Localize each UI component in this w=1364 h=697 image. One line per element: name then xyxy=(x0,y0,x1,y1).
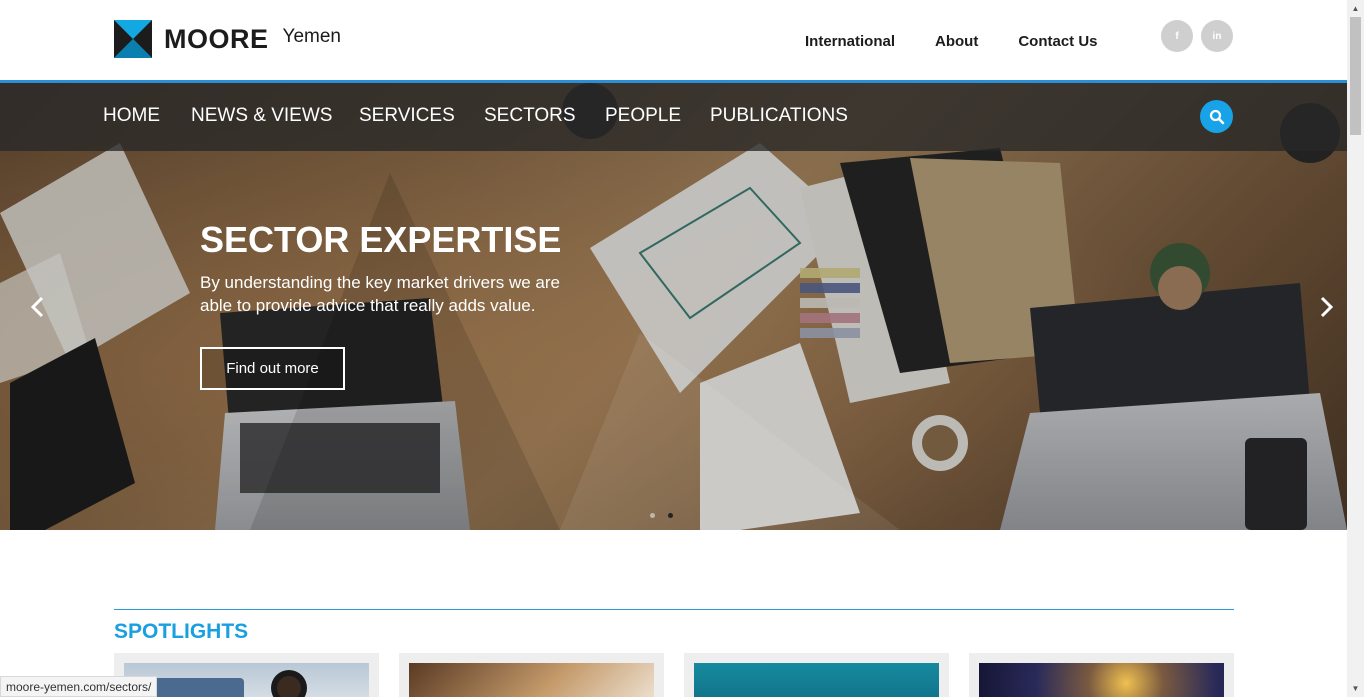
carousel-next-arrow-icon[interactable] xyxy=(1316,295,1336,319)
site-header: MOORE Yemen International About Contact … xyxy=(0,0,1347,80)
top-links: International About Contact Us xyxy=(805,33,1138,50)
spotlight-card-4[interactable] xyxy=(969,653,1234,697)
nav-services[interactable]: SERVICES xyxy=(359,105,455,127)
scrollbar-thumb[interactable] xyxy=(1350,17,1361,135)
moore-logo-mark-icon xyxy=(114,20,152,58)
spotlights-title: SPOTLIGHTS xyxy=(114,620,249,643)
logo-wordmark: MOORE xyxy=(164,23,269,54)
scroll-down-arrow-icon[interactable]: ▼ xyxy=(1347,680,1364,697)
spotlight-card-3[interactable] xyxy=(684,653,949,697)
scroll-up-arrow-icon[interactable]: ▲ xyxy=(1347,0,1364,17)
facebook-glyph: f xyxy=(1175,30,1179,42)
spotlight-image-2 xyxy=(409,663,654,697)
hero-text: By understanding the key market drivers … xyxy=(200,273,561,315)
nav-people[interactable]: PEOPLE xyxy=(605,105,681,127)
top-link-contact-us[interactable]: Contact Us xyxy=(1018,33,1097,50)
carousel-dot-1[interactable] xyxy=(650,513,655,518)
spotlight-card-2[interactable] xyxy=(399,653,664,697)
page-scrollbar[interactable]: ▲ ▼ xyxy=(1347,0,1364,697)
nav-home[interactable]: HOME xyxy=(103,105,160,127)
browser-viewport: MOORE Yemen International About Contact … xyxy=(0,0,1347,697)
hero-carousel: HOME NEWS & VIEWS SERVICES SECTORS PEOPL… xyxy=(0,83,1347,530)
facebook-icon[interactable]: f xyxy=(1161,20,1193,52)
nav-news-views[interactable]: NEWS & VIEWS xyxy=(191,105,332,127)
logo-country: Yemen xyxy=(282,26,341,47)
carousel-prev-arrow-icon[interactable] xyxy=(28,295,48,319)
carousel-dots xyxy=(650,513,686,518)
spotlight-image-3 xyxy=(694,663,939,697)
carousel-dot-2[interactable] xyxy=(668,513,673,518)
moore-logo[interactable]: MOORE Yemen xyxy=(114,20,341,58)
spotlights-divider xyxy=(114,609,1234,610)
search-icon[interactable] xyxy=(1200,100,1233,133)
top-link-international[interactable]: International xyxy=(805,33,895,50)
nav-publications[interactable]: PUBLICATIONS xyxy=(710,105,848,127)
top-link-about[interactable]: About xyxy=(935,33,978,50)
linkedin-icon[interactable]: in xyxy=(1201,20,1233,52)
spotlight-image-1 xyxy=(124,663,369,697)
nav-sectors[interactable]: SECTORS xyxy=(484,105,576,127)
status-bar-url: moore-yemen.com/sectors/ xyxy=(0,676,158,697)
find-out-more-button[interactable]: Find out more xyxy=(200,347,345,390)
hero-title: SECTOR EXPERTISE xyxy=(200,219,562,260)
main-navbar: HOME NEWS & VIEWS SERVICES SECTORS PEOPL… xyxy=(0,83,1347,151)
spotlight-image-4 xyxy=(979,663,1224,697)
linkedin-glyph: in xyxy=(1212,30,1222,42)
